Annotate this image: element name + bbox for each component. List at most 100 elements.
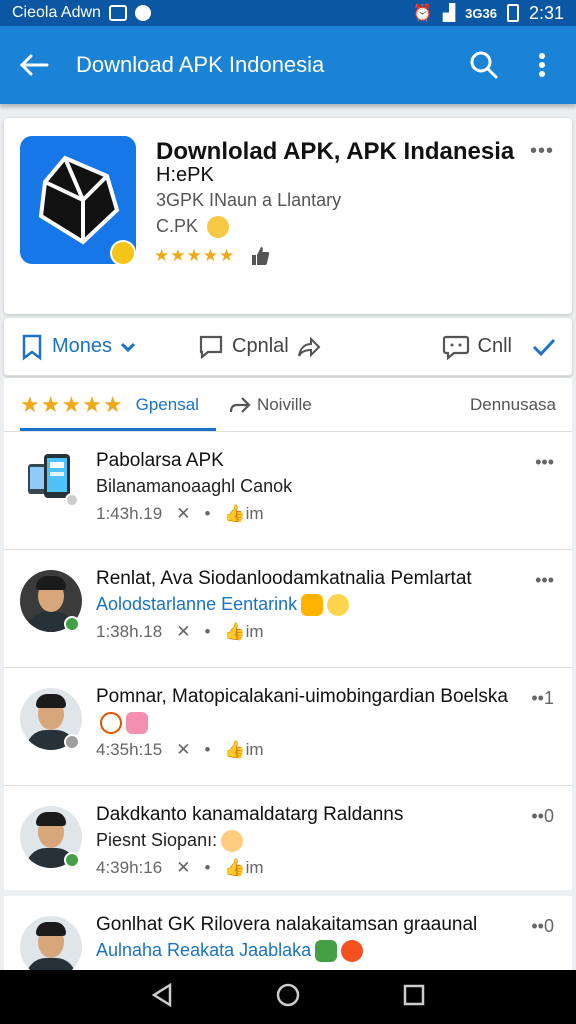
status-bar: Cieola Adwn ⏰ ▟ 3G36 2:31	[0, 0, 576, 26]
check-icon	[532, 338, 556, 356]
online-status-icon	[64, 616, 80, 632]
share-icon[interactable]: ✕	[176, 504, 190, 524]
emoji-icon	[221, 830, 244, 853]
emoji-icon	[126, 712, 148, 735]
app-developer: 3GPK INaun a Llantary	[156, 190, 342, 210]
emoji-icon	[315, 940, 338, 963]
chat-icon	[442, 335, 469, 360]
tab-noiville[interactable]: Noiville	[229, 395, 312, 415]
recents-nav-icon[interactable]	[402, 983, 426, 1012]
sync-icon	[134, 5, 151, 21]
review-feed: Pabolarsa APK Bilanamanoaaghl Canok 1:43…	[4, 432, 572, 904]
list-item[interactable]: Pomnar, Matopicalakani-uimobingardian Bo…	[4, 668, 572, 786]
like-button[interactable]: 👍im	[224, 622, 263, 642]
comment-button[interactable]: Cpnlal	[198, 334, 321, 360]
home-nav-icon[interactable]	[275, 982, 301, 1013]
forward-arrow-icon	[229, 396, 251, 413]
like-count: im	[245, 622, 264, 641]
bookmark-button[interactable]: Mones	[20, 333, 136, 361]
item-time: 1:43h.19	[96, 504, 163, 523]
comment-icon	[199, 335, 223, 359]
separator-dot: •	[204, 858, 211, 877]
online-status-icon	[64, 852, 80, 868]
item-title: Renlat, Ava Siodanloodamkatnalia Pemlart…	[96, 568, 472, 589]
bookmark-label: Mones	[52, 335, 113, 357]
item-more-icon[interactable]: ••0	[531, 916, 554, 937]
item-time: 4:39h:16	[96, 858, 163, 877]
like-button[interactable]: 👍im	[224, 504, 263, 524]
list-item[interactable]: Dakdkanto kanamaldatarg Raldanns Piesnt …	[4, 786, 572, 904]
overflow-menu-icon[interactable]	[524, 47, 560, 83]
emoji-icon	[327, 594, 350, 617]
like-button[interactable]: 👍im	[224, 740, 263, 760]
bookmark-icon	[22, 334, 42, 360]
item-title: Gonlhat GK Rilovera nalakaitamsan graaun…	[96, 914, 478, 935]
back-nav-icon[interactable]	[150, 982, 174, 1013]
app-card-more-icon[interactable]: •••	[530, 140, 554, 163]
item-meta: 4:39h:16 ✕ • 👍im	[96, 858, 264, 878]
like-count: im	[245, 858, 264, 877]
item-title: Pomnar, Matopicalakani-uimobingardian Bo…	[96, 686, 508, 707]
item-meta: 4:35h:15 ✕ • 👍im	[96, 740, 264, 760]
notification-icon	[108, 5, 127, 21]
item-subtitle: Piesnt Siopanı:	[96, 830, 244, 853]
item-subtitle	[96, 712, 148, 735]
share-icon[interactable]: ✕	[176, 622, 190, 642]
separator-dot: •	[204, 622, 211, 641]
emoji-icon	[100, 712, 122, 735]
app-title: Downlolad APK, APK Indanesia	[156, 138, 515, 165]
share-icon[interactable]: ✕	[176, 858, 190, 878]
tab-general[interactable]: Gpensal	[136, 395, 199, 415]
share-icon[interactable]: ✕	[176, 740, 190, 760]
clock: 2:31	[528, 2, 564, 23]
item-title: Dakdkanto kanamaldatarg Raldanns	[96, 804, 404, 825]
search-icon[interactable]	[466, 47, 502, 83]
item-more-icon[interactable]: ••0	[531, 806, 554, 827]
chat-label: Cnll	[477, 335, 512, 357]
item-meta: 1:38h.18 ✕ • 👍im	[96, 622, 264, 642]
tab-rating-stars[interactable]: ★★★★★	[20, 392, 124, 418]
list-item[interactable]: Gonlhat GK Rilovera nalakaitamsan graaun…	[4, 896, 572, 970]
item-subtitle: Bilanamanoaaghl Canok	[96, 476, 293, 496]
review-tabs: ★★★★★ Gpensal Noiville Dennusasa	[4, 378, 572, 432]
emoji-icon	[301, 594, 324, 617]
item-subtitle: Aolodstarlanne Eentarink	[96, 594, 350, 617]
separator-dot: •	[204, 504, 211, 523]
emoji-icon	[207, 216, 230, 239]
item-time: 4:35h:15	[96, 740, 163, 759]
share-icon	[297, 336, 321, 357]
tab-noiville-label: Noiville	[256, 394, 312, 414]
separator-dot: •	[204, 740, 211, 759]
rating-stars: ★★★★★	[154, 246, 236, 265]
active-tab-indicator	[20, 428, 216, 431]
comment-label: Cpnlal	[232, 335, 289, 357]
item-more-icon[interactable]: ••1	[531, 688, 554, 709]
item-meta: 1:43h.19 ✕ • 👍im	[96, 504, 264, 524]
offline-status-icon	[64, 734, 80, 750]
chevron-down-icon	[120, 342, 136, 352]
item-subtitle: Aulnaha Reakata Jaablaka	[96, 940, 364, 963]
tab-dennusasa[interactable]: Dennusasa	[470, 395, 556, 415]
network-label: 3G36	[465, 5, 497, 21]
thumbs-up-icon[interactable]	[250, 246, 270, 271]
app-bar: Download APK Indonesia	[0, 26, 576, 104]
list-item[interactable]: Renlat, Ava Siodanloodamkatnalia Pemlart…	[4, 550, 572, 668]
item-more-icon[interactable]: •••	[535, 452, 554, 473]
like-button[interactable]: 👍im	[224, 858, 263, 878]
app-header-card: Downlolad APK, APK Indanesia H:ePK 3GPK …	[4, 118, 572, 314]
like-count: im	[245, 504, 264, 523]
item-more-icon[interactable]: •••	[535, 570, 554, 591]
alarm-icon: ⏰	[412, 5, 433, 22]
system-nav-bar	[0, 970, 576, 1024]
signal-icon: ▟	[442, 5, 456, 22]
back-arrow-icon[interactable]	[16, 47, 52, 83]
list-item[interactable]: Pabolarsa APK Bilanamanoaaghl Canok 1:43…	[4, 432, 572, 550]
app-category: C.PK	[156, 216, 230, 239]
battery-icon	[506, 4, 519, 22]
like-count: im	[245, 740, 264, 759]
carrier-label: Cieola Adwn	[12, 4, 101, 21]
verified-badge-icon	[110, 240, 136, 266]
chat-button[interactable]: Cnll	[442, 334, 556, 360]
app-bar-title: Download APK Indonesia	[76, 52, 325, 77]
action-row: Mones Cpnlal Cnll	[4, 318, 572, 376]
